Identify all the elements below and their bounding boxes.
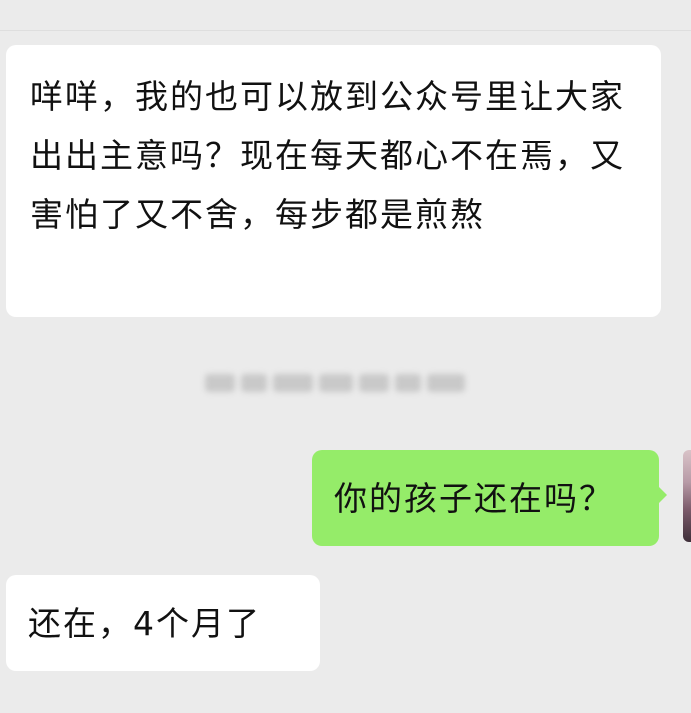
avatar[interactable] — [683, 450, 691, 542]
top-divider — [0, 0, 691, 31]
received-message-bubble[interactable]: 还在，4个月了 — [6, 575, 320, 671]
message-text: 咩咩，我的也可以放到公众号里让大家出出主意吗？现在每天都心不在焉，又害怕了又不舍… — [30, 77, 625, 234]
message-text: 你的孩子还在吗？ — [334, 479, 614, 518]
message-text: 还在，4个月了 — [28, 604, 261, 643]
sent-message-bubble[interactable]: 你的孩子还在吗？ — [312, 450, 667, 546]
blurred-timestamp — [205, 366, 470, 400]
received-message-bubble[interactable]: 咩咩，我的也可以放到公众号里让大家出出主意吗？现在每天都心不在焉，又害怕了又不舍… — [6, 45, 661, 317]
